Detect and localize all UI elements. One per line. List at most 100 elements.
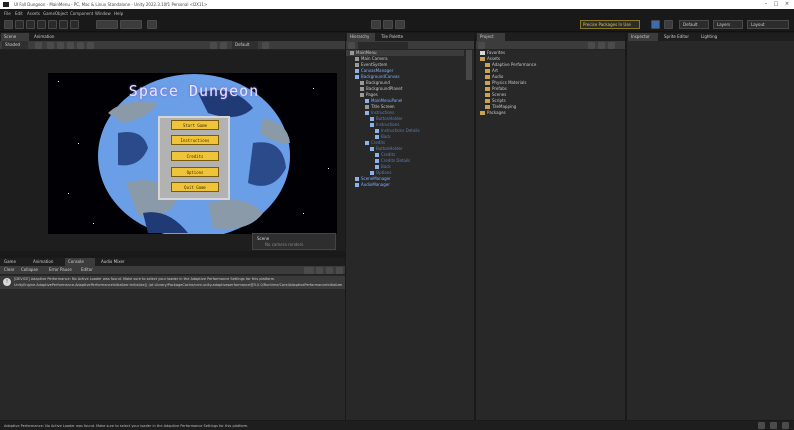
menu-help[interactable]: Help	[114, 11, 123, 16]
visibility-toggle-icon[interactable]	[87, 42, 94, 49]
progress-icon[interactable]	[758, 422, 765, 429]
transform-tool-icon[interactable]	[59, 20, 68, 29]
collapse-button[interactable]: Collapse	[18, 266, 44, 274]
hierarchy-item-label: Instructions	[371, 110, 395, 115]
start-game-button[interactable]: Start Game	[171, 120, 219, 130]
cloud-icon[interactable]	[651, 20, 660, 29]
2d-toggle-icon[interactable]	[47, 42, 54, 49]
tab-sprite-editor[interactable]: Sprite Editor	[661, 33, 695, 41]
hierarchy-item-label: Main Camera	[361, 56, 388, 61]
draw-mode-icon[interactable]	[35, 42, 42, 49]
hierarchy-item-label: Options	[376, 170, 392, 175]
info-count-icon[interactable]	[316, 267, 323, 274]
hierarchy-item-label: ButtonHolder	[376, 146, 403, 151]
layout-dropdown[interactable]: Layout	[747, 20, 789, 29]
instructions-button[interactable]: Instructions	[171, 135, 219, 145]
gameobject-icon	[370, 123, 374, 127]
menu-component[interactable]: Component	[70, 11, 93, 16]
add-icon[interactable]	[348, 42, 355, 49]
package-manager-notice[interactable]: Precise Packages In Use	[580, 20, 640, 29]
filter-icon[interactable]	[598, 42, 605, 49]
folder-icon	[485, 105, 490, 109]
menu-file[interactable]: File	[4, 11, 11, 16]
custom-tool-icon[interactable]	[70, 20, 79, 29]
tab-project[interactable]: Project	[477, 33, 505, 41]
rotate-tool-icon[interactable]	[26, 20, 35, 29]
pause-button[interactable]	[383, 20, 393, 29]
search-icon[interactable]	[304, 267, 314, 274]
project-item-label: Packages	[487, 110, 506, 115]
tab-inspector[interactable]: Inspector	[628, 33, 658, 41]
scale-tool-icon[interactable]	[37, 20, 46, 29]
error-pause-button[interactable]: Error Pause	[46, 266, 76, 274]
gameobject-icon	[375, 153, 379, 157]
tab-scene[interactable]: Scene	[1, 33, 29, 41]
clear-button[interactable]: Clear	[1, 266, 15, 274]
account-dropdown[interactable]: Default	[679, 20, 709, 29]
hierarchy-scrollbar[interactable]	[466, 50, 472, 80]
project-item[interactable]: Packages	[480, 110, 506, 116]
quit-game-button[interactable]: Quit Game	[171, 182, 219, 192]
search-icon[interactable]	[588, 42, 595, 49]
gameobject-icon	[370, 147, 374, 151]
tab-tile-palette[interactable]: Tile Palette	[378, 33, 410, 41]
move-tool-icon[interactable]	[15, 20, 24, 29]
tab-animation-bottom[interactable]: Animation	[30, 258, 62, 266]
menu-assets[interactable]: Assets	[27, 11, 40, 16]
star	[68, 193, 69, 194]
lighting-toggle-icon[interactable]	[57, 42, 64, 49]
unity-logo-icon	[3, 2, 9, 7]
inspector-tabbar: Inspector Sprite Editor Lighting	[627, 33, 794, 41]
options-button[interactable]: Options	[171, 167, 219, 177]
tab-audio-mixer[interactable]: Audio Mixer	[98, 258, 136, 266]
rect-tool-icon[interactable]	[48, 20, 57, 29]
tab-game[interactable]: Game	[1, 258, 27, 266]
menu-window[interactable]: Window	[95, 11, 111, 16]
minimize-icon[interactable]: –	[762, 1, 770, 7]
scene-camera-icon[interactable]	[210, 42, 217, 49]
project-item-label: Favorites	[487, 50, 506, 55]
gameobject-icon	[370, 171, 374, 175]
warning-count-icon[interactable]	[326, 267, 333, 274]
menu-edit[interactable]: Edit	[15, 11, 23, 16]
global-toggle[interactable]	[120, 20, 142, 29]
pivot-toggle[interactable]	[96, 20, 118, 29]
tab-animation[interactable]: Animation	[31, 33, 61, 41]
editor-dropdown[interactable]: Editor	[78, 266, 98, 274]
console-log-entry[interactable]: ! [DEVICE] Adaptive Performance: No Acti…	[0, 276, 345, 289]
debug-icon[interactable]	[770, 422, 777, 429]
menu-gameobject[interactable]: GameObject	[43, 11, 68, 16]
play-button[interactable]	[371, 20, 381, 29]
close-icon[interactable]: ×	[783, 1, 791, 7]
gizmo-mode-dropdown[interactable]: Default	[232, 41, 258, 49]
gizmos-icon[interactable]	[220, 42, 227, 49]
fx-toggle-icon[interactable]	[77, 42, 84, 49]
grid-snap-icon[interactable]	[147, 20, 157, 29]
maximize-icon[interactable]: □	[772, 1, 780, 7]
info-icon: !	[3, 278, 11, 286]
search-icon[interactable]	[262, 42, 269, 49]
layers-dropdown[interactable]: Layers	[713, 20, 743, 29]
tab-lighting[interactable]: Lighting	[698, 33, 726, 41]
star	[328, 168, 329, 169]
gameobject-icon	[365, 141, 369, 145]
toast-title: Scene	[257, 236, 270, 241]
hand-tool-icon[interactable]	[4, 20, 13, 29]
search-icon[interactable]	[664, 20, 673, 29]
status-bar: Adaptive Performance: No Active Loader w…	[0, 421, 794, 430]
tab-console[interactable]: Console	[65, 258, 95, 266]
tab-hierarchy[interactable]: Hierarchy	[347, 33, 375, 41]
step-button[interactable]	[395, 20, 405, 29]
star	[303, 213, 304, 214]
shading-mode-dropdown[interactable]: Shaded	[2, 41, 28, 49]
error-count-icon[interactable]	[336, 267, 343, 274]
add-icon[interactable]	[478, 42, 485, 49]
hierarchy-item[interactable]: AudioManager	[355, 182, 390, 188]
settings-icon[interactable]	[782, 422, 789, 429]
credits-button[interactable]: Credits	[171, 151, 219, 161]
audio-toggle-icon[interactable]	[67, 42, 74, 49]
scene-icon	[350, 51, 354, 55]
star-icon[interactable]	[608, 42, 615, 49]
gameobject-icon	[355, 177, 359, 181]
search-input[interactable]	[358, 42, 408, 49]
